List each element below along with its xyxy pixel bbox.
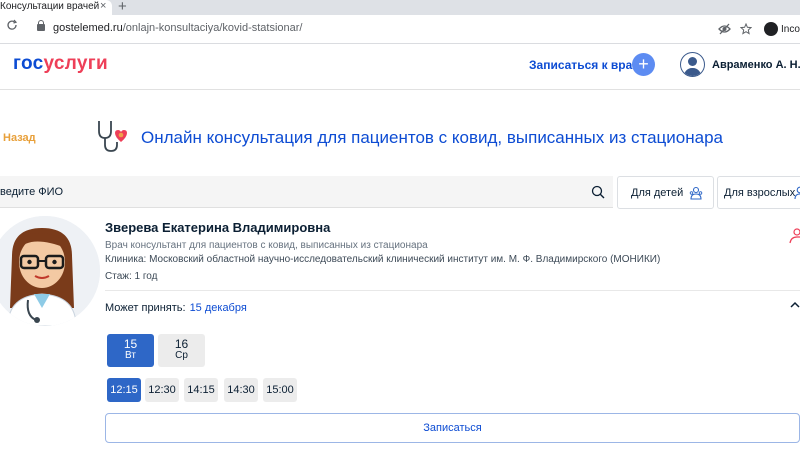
doctor-person-icon[interactable] (789, 228, 800, 244)
can-accept-row: Может принять: 15 декабря (105, 302, 247, 314)
day-weekday: Ср (175, 350, 188, 361)
search-box (0, 176, 613, 208)
star-icon[interactable] (740, 23, 752, 35)
time-slot-button[interactable]: 14:30 (224, 378, 258, 402)
book-appointment-button[interactable]: Записаться (105, 413, 800, 443)
browser-tab[interactable]: Консультации врачей он × (0, 0, 112, 15)
eye-off-icon[interactable] (718, 23, 731, 35)
address-bar[interactable]: gostelemed.ru/onlajn-konsultaciya/kovid-… (53, 22, 302, 34)
url-path: /onlajn-konsultaciya/kovid-statsionar/ (122, 22, 303, 34)
tab-close-icon[interactable]: × (100, 0, 106, 12)
adults-icon (794, 186, 800, 200)
tab-title: Консультации врачей он (0, 1, 99, 12)
stethoscope-icon (98, 121, 127, 152)
avatar[interactable] (680, 52, 705, 77)
book-doctor-link[interactable]: Записаться к врачу (529, 58, 646, 72)
day-number: 16 (174, 337, 189, 351)
time-slot-button[interactable]: 12:15 (107, 378, 141, 402)
doctor-name[interactable]: Зверева Екатерина Владимировна (105, 220, 330, 235)
filter-children-button[interactable]: Для детей (617, 176, 714, 209)
profile-button[interactable]: Inco (764, 20, 800, 38)
filter-children-label: Для детей (631, 187, 684, 199)
profile-label: Inco (781, 23, 800, 35)
reload-icon[interactable] (6, 18, 18, 35)
time-slot-button[interactable]: 14:15 (184, 378, 218, 402)
day-weekday: Вт (125, 350, 136, 361)
browser-toolbar: gostelemed.ru/onlajn-konsultaciya/kovid-… (0, 15, 800, 44)
chevron-up-icon[interactable] (790, 300, 800, 310)
search-input[interactable] (0, 176, 585, 208)
day-button[interactable]: 15 Вт (107, 334, 154, 367)
day-number: 15 (123, 337, 138, 351)
lock-icon[interactable] (37, 20, 45, 31)
gosuslugi-logo[interactable]: госуслуги (13, 53, 108, 75)
doctor-illustration (0, 216, 100, 326)
can-accept-label: Может принять: (105, 302, 186, 314)
time-slot-button[interactable]: 15:00 (263, 378, 297, 402)
back-link[interactable]: Назад (3, 132, 36, 144)
url-domain: gostelemed.ru (53, 22, 123, 34)
add-button[interactable]: + (632, 53, 655, 76)
doctor-clinic: Клиника: Московский областной научно-исс… (105, 254, 661, 265)
filter-adults-button[interactable]: Для взрослых (717, 176, 800, 209)
browser-tabstrip: Консультации врачей он × + (0, 0, 800, 15)
new-tab-icon[interactable]: + (118, 0, 127, 15)
site-header: госуслуги Записаться к врачу + Авраменко… (0, 44, 800, 90)
doctor-experience: Стаж: 1 год (105, 271, 158, 282)
time-slot-button[interactable]: 12:30 (145, 378, 179, 402)
filter-adults-label: Для взрослых (724, 187, 796, 199)
can-accept-date: 15 декабря (189, 302, 247, 314)
page-title: Онлайн консультация для пациентов с кови… (141, 128, 723, 147)
incognito-icon (764, 22, 778, 36)
user-name[interactable]: Авраменко А. Н. (712, 59, 800, 71)
doctor-photo (0, 216, 100, 326)
children-icon (689, 186, 703, 200)
doctor-position: Врач консультант для пациентов с ковид, … (105, 240, 428, 251)
card-divider (105, 290, 800, 291)
search-icon[interactable] (591, 185, 605, 199)
day-button[interactable]: 16 Ср (158, 334, 205, 367)
